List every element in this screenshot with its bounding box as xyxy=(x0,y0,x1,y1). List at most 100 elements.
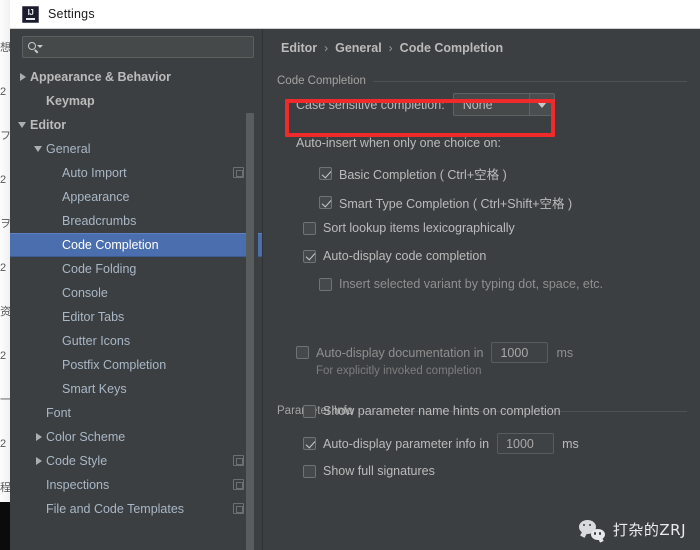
sidebar-item-code-style[interactable]: Code Style xyxy=(10,449,262,473)
copy-settings-icon[interactable] xyxy=(233,479,244,490)
title-bar: Settings xyxy=(10,0,700,29)
breadcrumb-item[interactable]: Code Completion xyxy=(400,41,503,55)
sidebar-item-label: Editor xyxy=(30,118,67,132)
show-parameter-name-hints-label: Show parameter name hints on completion xyxy=(323,404,561,418)
copy-settings-icon[interactable] xyxy=(233,167,244,178)
intellij-idea-icon xyxy=(22,5,39,23)
auto-display-parameter-info-unit: ms xyxy=(562,436,579,451)
option-row-basic-completion-ctrl[interactable]: Basic Completion ( Ctrl+空格 ) xyxy=(319,164,507,183)
auto-display-parameter-info-checkbox[interactable] xyxy=(303,437,316,450)
sidebar-item-label: Color Scheme xyxy=(46,430,126,444)
show-full-signatures-checkbox[interactable] xyxy=(303,464,316,478)
checkbox[interactable] xyxy=(303,221,316,235)
show-full-signatures-label: Show full signatures xyxy=(323,464,435,478)
sidebar-item-label: General xyxy=(46,142,91,156)
checkbox[interactable] xyxy=(303,249,316,263)
auto-display-documentation-row: Auto-display documentation in 1000 ms xyxy=(296,342,573,363)
sidebar-item-appearance[interactable]: Appearance xyxy=(10,185,262,209)
auto-insert-label: Auto-insert when only one choice on: xyxy=(296,136,501,150)
sidebar-item-label: Postfix Completion xyxy=(62,358,167,372)
settings-dialog: Settings Appearance & Behavior Keymap Edit… xyxy=(10,0,700,550)
option-row-insert-selected-variant-by-typing-dot-sp[interactable]: Insert selected variant by typing dot, s… xyxy=(319,277,603,291)
checkbox[interactable] xyxy=(319,196,332,209)
settings-sidebar: Appearance & Behavior Keymap Editor General… xyxy=(10,29,262,550)
sidebar-item-font[interactable]: Font xyxy=(10,401,262,425)
checkbox[interactable] xyxy=(319,167,332,180)
chevron-right-icon[interactable] xyxy=(32,449,46,473)
sidebar-item-smart-keys[interactable]: Smart Keys xyxy=(10,377,262,401)
auto-display-documentation-checkbox[interactable] xyxy=(296,346,309,359)
sidebar-item-editor-tabs[interactable]: Editor Tabs xyxy=(10,305,262,329)
sidebar-item-appearance-behavior[interactable]: Appearance & Behavior xyxy=(10,65,262,89)
option-row-smart-type-completion-ctrl-shift[interactable]: Smart Type Completion ( Ctrl+Shift+空格 ) xyxy=(319,193,572,212)
sidebar-item-label: Smart Keys xyxy=(62,382,127,396)
breadcrumb: Editor › General › Code Completion xyxy=(281,41,503,55)
sidebar-item-label: Editor Tabs xyxy=(62,310,125,324)
sidebar-item-gutter-icons[interactable]: Gutter Icons xyxy=(10,329,262,353)
auto-insert-section-label: Auto-insert when only one choice on: xyxy=(296,136,501,150)
sidebar-item-file-and-code-templates[interactable]: File and Code Templates xyxy=(10,497,262,521)
sidebar-item-keymap[interactable]: Keymap xyxy=(10,89,262,113)
chevron-right-icon[interactable] xyxy=(16,65,30,89)
copy-settings-icon[interactable] xyxy=(233,455,244,466)
checkbox-label: Auto-display code completion xyxy=(323,249,487,263)
search-box[interactable] xyxy=(22,36,254,58)
breadcrumb-item[interactable]: General xyxy=(335,41,382,55)
sidebar-item-breadcrumbs[interactable]: Breadcrumbs xyxy=(10,209,262,233)
sidebar-item-inspections[interactable]: Inspections xyxy=(10,473,262,497)
sidebar-item-label: Auto Import xyxy=(62,166,127,180)
group-code-completion: Code Completion xyxy=(277,73,687,89)
case-sensitive-completion-row: Case sensitive completion: None xyxy=(296,93,555,116)
sidebar-item-auto-import[interactable]: Auto Import xyxy=(10,161,262,185)
chevron-down-icon[interactable] xyxy=(32,137,46,161)
checkbox[interactable] xyxy=(319,277,332,291)
show-full-signatures-row[interactable]: Show full signatures xyxy=(303,464,435,478)
chevron-down-icon[interactable] xyxy=(528,94,554,115)
breadcrumb-item[interactable]: Editor xyxy=(281,41,317,55)
settings-main-panel: Editor › General › Code Completion Code Comp… xyxy=(263,29,700,550)
auto-display-documentation-unit: ms xyxy=(556,345,574,360)
sidebar-item-label: Code Completion xyxy=(62,238,159,252)
sidebar-item-label: Console xyxy=(62,286,108,300)
sidebar-item-general[interactable]: General xyxy=(10,137,262,161)
sidebar-scrollbar-thumb[interactable] xyxy=(246,113,254,550)
checkbox-label: Smart Type Completion ( Ctrl+Shift+空格 ) xyxy=(339,197,573,211)
chevron-down-icon[interactable] xyxy=(16,113,30,137)
show-parameter-name-hints-row[interactable]: Show parameter name hints on completion xyxy=(303,404,561,418)
sidebar-item-code-completion[interactable]: Code Completion xyxy=(10,233,262,257)
auto-display-documentation-label: Auto-display documentation in xyxy=(316,345,484,360)
search-icon xyxy=(28,41,43,54)
copy-settings-icon[interactable] xyxy=(233,503,244,514)
sidebar-item-code-folding[interactable]: Code Folding xyxy=(10,257,262,281)
breadcrumb-separator: › xyxy=(388,41,393,55)
breadcrumb-separator: › xyxy=(324,41,329,55)
auto-display-parameter-info-delay-input[interactable]: 1000 xyxy=(497,433,555,454)
sidebar-item-console[interactable]: Console xyxy=(10,281,262,305)
group-header-code-completion: Code Completion xyxy=(277,73,687,89)
sidebar-item-label: Code Folding xyxy=(62,262,137,276)
sidebar-item-color-scheme[interactable]: Color Scheme xyxy=(10,425,262,449)
sidebar-scrollbar-track[interactable] xyxy=(246,69,258,550)
chevron-right-icon[interactable] xyxy=(32,425,46,449)
sidebar-item-label: Appearance xyxy=(62,190,130,204)
sidebar-item-label: Appearance & Behavior xyxy=(30,70,172,84)
sidebar-item-postfix-completion[interactable]: Postfix Completion xyxy=(10,353,262,377)
auto-display-documentation-delay-input[interactable]: 1000 xyxy=(491,342,549,363)
sidebar-item-editor[interactable]: Editor xyxy=(10,113,262,137)
case-sensitive-completion-dropdown[interactable]: None xyxy=(452,93,555,116)
checkbox-label: Sort lookup items lexicographically xyxy=(323,221,515,235)
case-sensitive-value: None xyxy=(462,97,493,112)
option-row-auto-display-code-completion[interactable]: Auto-display code completion xyxy=(303,249,486,263)
show-parameter-name-hints-checkbox[interactable] xyxy=(303,404,316,418)
option-row-sort-lookup-items-lexicographically[interactable]: Sort lookup items lexicographically xyxy=(303,221,515,235)
settings-tree[interactable]: Appearance & Behavior Keymap Editor General… xyxy=(10,65,262,550)
search-input[interactable] xyxy=(43,40,253,54)
